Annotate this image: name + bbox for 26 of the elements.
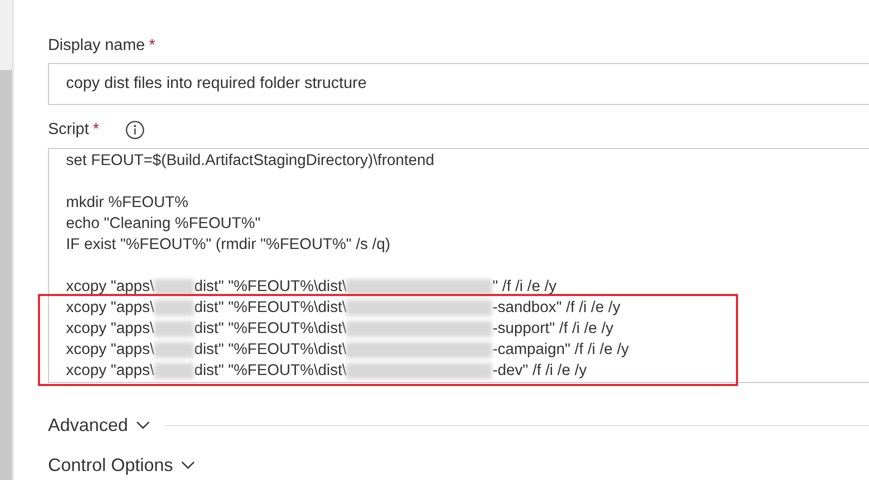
code-text: set FEOUT=$(Build.ArtifactStagingDirectory)\frontend — [66, 151, 434, 171]
code-text: IF exist "%FEOUT%" (rmdir "%FEOUT%" /s /q) — [66, 235, 390, 255]
code-text: -campaign" /f /i /e /y — [492, 340, 629, 360]
code-text: dist" "%FEOUT%\dist\ — [194, 298, 346, 318]
code-text: xcopy "apps\ — [66, 361, 154, 381]
code-text: mkdir %FEOUT% — [66, 193, 188, 213]
code-text: echo "Cleaning %FEOUT%" — [66, 214, 260, 234]
required-mark: * — [92, 121, 100, 139]
code-text: -dev" /f /i /e /y — [492, 361, 587, 381]
code-text: dist" "%FEOUT%\dist\ — [194, 277, 346, 297]
display-name-field[interactable]: copy dist files into required folder structure — [48, 63, 869, 105]
field-label: Display name — [48, 37, 145, 55]
code-text: dist" "%FEOUT%\dist\ — [194, 340, 346, 360]
code-text: xcopy "apps\ — [66, 340, 154, 360]
field-label: Script — [48, 121, 89, 139]
section-toggle[interactable]: Advanced — [48, 414, 150, 436]
code-text: xcopy "apps\ — [66, 277, 154, 297]
section-toggle[interactable]: Control Options — [48, 454, 196, 476]
code-text: " /f /i /e /y — [492, 277, 557, 297]
code-text: dist" "%FEOUT%\dist\ — [194, 361, 346, 381]
code-text: xcopy "apps\ — [66, 298, 154, 318]
code-text: -sandbox" /f /i /e /y — [492, 298, 620, 318]
required-mark: * — [148, 37, 156, 55]
code-text: xcopy "apps\ — [66, 319, 154, 339]
code-text: dist" "%FEOUT%\dist\ — [194, 319, 346, 339]
code-text: -support" /f /i /e /y — [492, 319, 614, 339]
